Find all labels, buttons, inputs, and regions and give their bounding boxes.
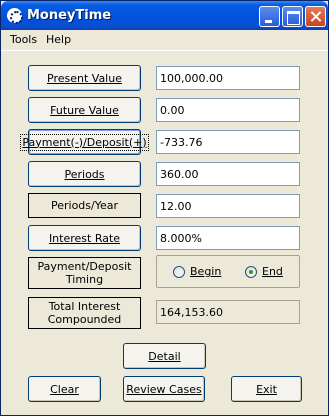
periods-per-year-field[interactable]: 12.00 [156,194,300,218]
timing-end-radio[interactable]: End [245,265,283,278]
menu-tools[interactable]: Tools [10,33,37,46]
future-value-label: Future Value [50,103,119,117]
exit-button[interactable]: Exit [231,376,302,402]
exit-label: Exit [256,382,277,396]
timing-begin-radio[interactable]: Begin [173,265,221,278]
total-interest-line1: Total Interest [48,300,121,313]
future-value-button[interactable]: Future Value [28,97,141,123]
radio-checked-icon [245,265,257,278]
review-cases-button[interactable]: Review Cases [123,376,205,402]
menu-bar: Tools Help [1,30,328,50]
periods-field[interactable]: 360.00 [156,162,300,186]
payment-deposit-field[interactable]: -733.76 [156,130,300,154]
radio-unchecked-icon [173,265,185,278]
timing-end-label: End [262,265,283,278]
app-window: MoneyTime Tools Help Present Value 100,0… [0,0,329,416]
total-interest-line2: Compounded [47,313,122,326]
menu-divider [1,50,328,51]
close-icon[interactable] [305,6,326,27]
minimize-icon[interactable] [259,6,280,27]
total-interest-field: 164,153.60 [156,300,300,324]
title-bar[interactable]: MoneyTime [1,1,328,30]
present-value-field[interactable]: 100,000.00 [156,66,300,90]
interest-rate-label: Interest Rate [48,231,121,245]
payment-deposit-button[interactable]: Payment(-)/Deposit(+) [20,129,149,155]
detail-label: Detail [148,349,181,363]
interest-rate-button[interactable]: Interest Rate [28,225,141,251]
payment-deposit-label: Payment(-)/Deposit(+) [20,133,149,151]
future-value-field[interactable]: 0.00 [156,98,300,122]
money-time-icon [7,8,23,24]
payment-timing-radio-group: Begin End [156,255,300,288]
payment-timing-line1: Payment/Deposit [37,260,132,273]
clear-label: Clear [50,382,79,396]
timing-begin-label: Begin [190,265,222,278]
payment-timing-line2: Timing [65,273,104,286]
maximize-icon[interactable] [282,6,303,27]
present-value-button[interactable]: Present Value [28,65,141,91]
interest-rate-field[interactable]: 8.000% [156,226,300,250]
periods-label: Periods [64,167,105,181]
window-title: MoneyTime [27,8,112,23]
detail-button[interactable]: Detail [123,343,206,369]
present-value-label: Present Value [47,71,122,85]
total-interest-label: Total Interest Compounded [28,297,141,329]
periods-per-year-label: Periods/Year [28,193,141,218]
payment-timing-label: Payment/Deposit Timing [28,257,141,289]
menu-help[interactable]: Help [46,33,71,46]
clear-button[interactable]: Clear [28,376,101,402]
periods-button[interactable]: Periods [28,161,141,187]
review-cases-label: Review Cases [126,382,202,396]
